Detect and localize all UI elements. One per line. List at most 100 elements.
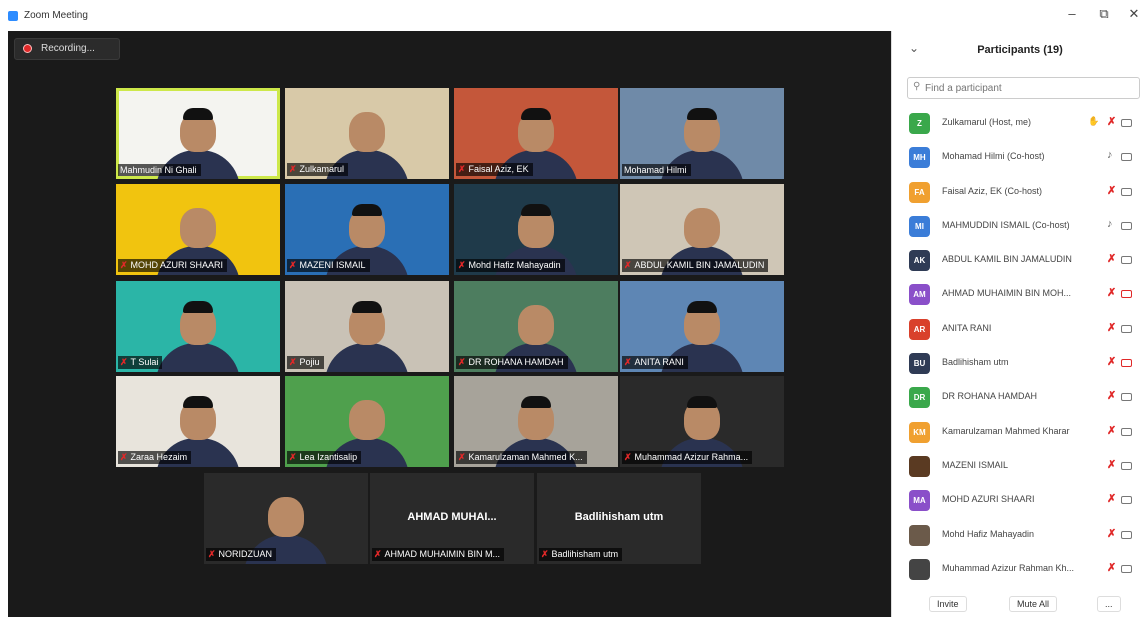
participant-search[interactable]: ⚲ xyxy=(907,77,1140,99)
participant-name: MAHMUDDIN ISMAIL (Co-host) xyxy=(942,219,1070,230)
camera-off-icon[interactable] xyxy=(1121,290,1132,299)
panel-footer: Invite Mute All ... xyxy=(892,596,1147,616)
participant-face xyxy=(349,400,385,440)
tile-name-tag: ✗ Lea Izantisalip xyxy=(287,451,362,464)
mic-icon[interactable]: ♪ xyxy=(1107,218,1113,230)
camera-icon[interactable] xyxy=(1121,496,1132,505)
video-tile[interactable]: ✗ NORIDZUAN xyxy=(204,473,368,564)
video-tile[interactable]: ✗ DR ROHANA HAMDAH xyxy=(454,281,618,372)
tile-name: Kamarulzaman Mahmed K... xyxy=(468,452,583,462)
mic-muted-icon[interactable]: ✗ xyxy=(1107,321,1116,334)
video-tile[interactable]: ✗ MAZENI ISMAIL xyxy=(285,184,449,275)
mic-muted-icon[interactable]: ✗ xyxy=(1107,492,1116,505)
video-tile[interactable]: ✗ Lea Izantisalip xyxy=(285,376,449,467)
invite-button[interactable]: Invite xyxy=(929,596,967,612)
tile-display-name: AHMAD MUHAI... xyxy=(407,511,497,523)
mic-muted-icon[interactable]: ✗ xyxy=(1107,355,1116,368)
participant-row[interactable]: FA Faisal Aziz, EK (Co-host) ✗ xyxy=(892,175,1147,209)
mic-muted-icon[interactable]: ✗ xyxy=(1107,184,1116,197)
camera-icon[interactable] xyxy=(1121,119,1132,127)
participant-row[interactable]: DR DR ROHANA HAMDAH ✗ xyxy=(892,380,1147,414)
participant-row[interactable]: BU Badlihisham utm ✗ xyxy=(892,346,1147,380)
mic-muted-icon: ✗ xyxy=(458,260,466,270)
camera-off-icon[interactable] xyxy=(1121,359,1132,368)
mic-muted-icon: ✗ xyxy=(374,549,382,559)
participant-row[interactable]: AR ANITA RANI ✗ xyxy=(892,312,1147,346)
mic-muted-icon[interactable]: ✗ xyxy=(1107,561,1116,574)
tile-name-tag: ✗ Faisal Aziz, EK xyxy=(456,163,533,176)
minimize-button[interactable]: – xyxy=(1062,6,1082,21)
video-tile[interactable]: ✗ ANITA RANI xyxy=(620,281,784,372)
participant-row[interactable]: MA MOHD AZURI SHAARI ✗ xyxy=(892,483,1147,517)
camera-icon[interactable] xyxy=(1121,153,1132,162)
mic-muted-icon: ✗ xyxy=(289,357,297,367)
mic-muted-icon: ✗ xyxy=(624,260,632,270)
video-tile[interactable]: Mahmudin Ni Ghali xyxy=(116,88,280,179)
participant-name: Faisal Aziz, EK (Co-host) xyxy=(942,185,1043,196)
participant-row[interactable]: AK ABDUL KAMIL BIN JAMALUDIN ✗ xyxy=(892,243,1147,277)
mic-muted-icon: ✗ xyxy=(289,260,297,270)
camera-icon[interactable] xyxy=(1121,221,1132,230)
close-button[interactable]: ✕ xyxy=(1124,6,1144,22)
participant-face xyxy=(349,112,385,152)
mic-muted-icon[interactable]: ✗ xyxy=(1107,424,1116,437)
tile-name: AHMAD MUHAIMIN BIN M... xyxy=(384,549,501,559)
mic-muted-icon[interactable]: ✗ xyxy=(1107,527,1116,540)
video-tile[interactable]: ✗ Pojiu xyxy=(285,281,449,372)
video-tile[interactable]: ✗ Zaraa Hezaim xyxy=(116,376,280,467)
video-tile[interactable]: Mohamad Hilmi xyxy=(620,88,784,179)
mic-muted-icon: ✗ xyxy=(458,164,466,174)
camera-icon[interactable] xyxy=(1121,461,1132,470)
video-tile[interactable]: ✗ Muhammad Azizur Rahma... xyxy=(620,376,784,467)
participant-row[interactable]: Muhammad Azizur Rahman Kh... ✗ xyxy=(892,552,1147,586)
video-tile[interactable]: Badlihisham utm ✗ Badlihisham utm xyxy=(537,473,701,564)
zoom-icon xyxy=(8,11,18,21)
mic-muted-icon[interactable]: ✗ xyxy=(1107,458,1116,471)
mic-icon[interactable]: ♪ xyxy=(1107,149,1113,161)
video-tile[interactable]: ✗ Zulkamarul xyxy=(285,88,449,179)
participant-row[interactable]: MH Mohamad Hilmi (Co-host) ♪ xyxy=(892,140,1147,174)
participant-name: Muhammad Azizur Rahman Kh... xyxy=(942,562,1075,573)
avatar xyxy=(909,524,930,546)
participant-name: Kamarulzaman Mahmed Kharar xyxy=(942,425,1070,436)
participant-row[interactable]: Z Zulkamarul (Host, me) ✋ ✗ xyxy=(892,106,1147,140)
video-tile[interactable]: ✗ Kamarulzaman Mahmed K... xyxy=(454,376,618,467)
tile-name: Lea Izantisalip xyxy=(299,452,358,462)
mic-muted-icon[interactable]: ✗ xyxy=(1107,115,1116,128)
camera-icon[interactable] xyxy=(1121,427,1132,436)
participant-row[interactable]: AM AHMAD MUHAIMIN BIN MOH... ✗ xyxy=(892,277,1147,311)
participant-row[interactable]: MAZENI ISMAIL ✗ xyxy=(892,449,1147,483)
camera-icon[interactable] xyxy=(1121,256,1132,265)
mic-muted-icon[interactable]: ✗ xyxy=(1107,286,1116,299)
camera-icon[interactable] xyxy=(1121,530,1132,539)
video-tile[interactable]: ✗ Faisal Aziz, EK xyxy=(454,88,618,179)
more-button[interactable]: ... xyxy=(1097,596,1121,612)
participant-row[interactable]: MI MAHMUDDIN ISMAIL (Co-host) ♪ xyxy=(892,209,1147,243)
participant-name: MOHD AZURI SHAARI xyxy=(942,494,1035,505)
mic-muted-icon[interactable]: ✗ xyxy=(1107,389,1116,402)
video-stage: Recording... Mahmudin Ni Ghali ✗ Zulkamaru… xyxy=(8,31,891,617)
tile-name: T Sulai xyxy=(130,357,159,367)
title-bar: Zoom Meeting – ⧉ ✕ xyxy=(0,0,1147,30)
participant-cap xyxy=(352,204,382,216)
recording-indicator[interactable]: Recording... xyxy=(14,38,120,60)
participant-row[interactable]: KM Kamarulzaman Mahmed Kharar ✗ xyxy=(892,415,1147,449)
camera-icon[interactable] xyxy=(1121,564,1132,573)
mic-muted-icon[interactable]: ✗ xyxy=(1107,252,1116,265)
camera-icon[interactable] xyxy=(1121,393,1132,402)
tile-name-tag: ✗ MOHD AZURI SHAARI xyxy=(118,259,228,272)
video-tile[interactable]: ✗ T Sulai xyxy=(116,281,280,372)
panel-title: Participants (19) xyxy=(977,44,1063,56)
video-tile[interactable]: AHMAD MUHAI... ✗ AHMAD MUHAIMIN BIN M... xyxy=(370,473,534,564)
mic-muted-icon: ✗ xyxy=(624,357,632,367)
video-tile[interactable]: ✗ ABDUL KAMIL BIN JAMALUDIN xyxy=(620,184,784,275)
avatar: MH xyxy=(909,147,930,169)
camera-icon[interactable] xyxy=(1121,324,1132,333)
search-input[interactable] xyxy=(923,79,1137,97)
video-tile[interactable]: ✗ MOHD AZURI SHAARI xyxy=(116,184,280,275)
restore-button[interactable]: ⧉ xyxy=(1094,6,1114,22)
mute-all-button[interactable]: Mute All xyxy=(1009,596,1058,612)
camera-icon[interactable] xyxy=(1121,187,1132,196)
video-tile[interactable]: ✗ Mohd Hafiz Mahayadin xyxy=(454,184,618,275)
participant-row[interactable]: Mohd Hafiz Mahayadin ✗ xyxy=(892,518,1147,552)
